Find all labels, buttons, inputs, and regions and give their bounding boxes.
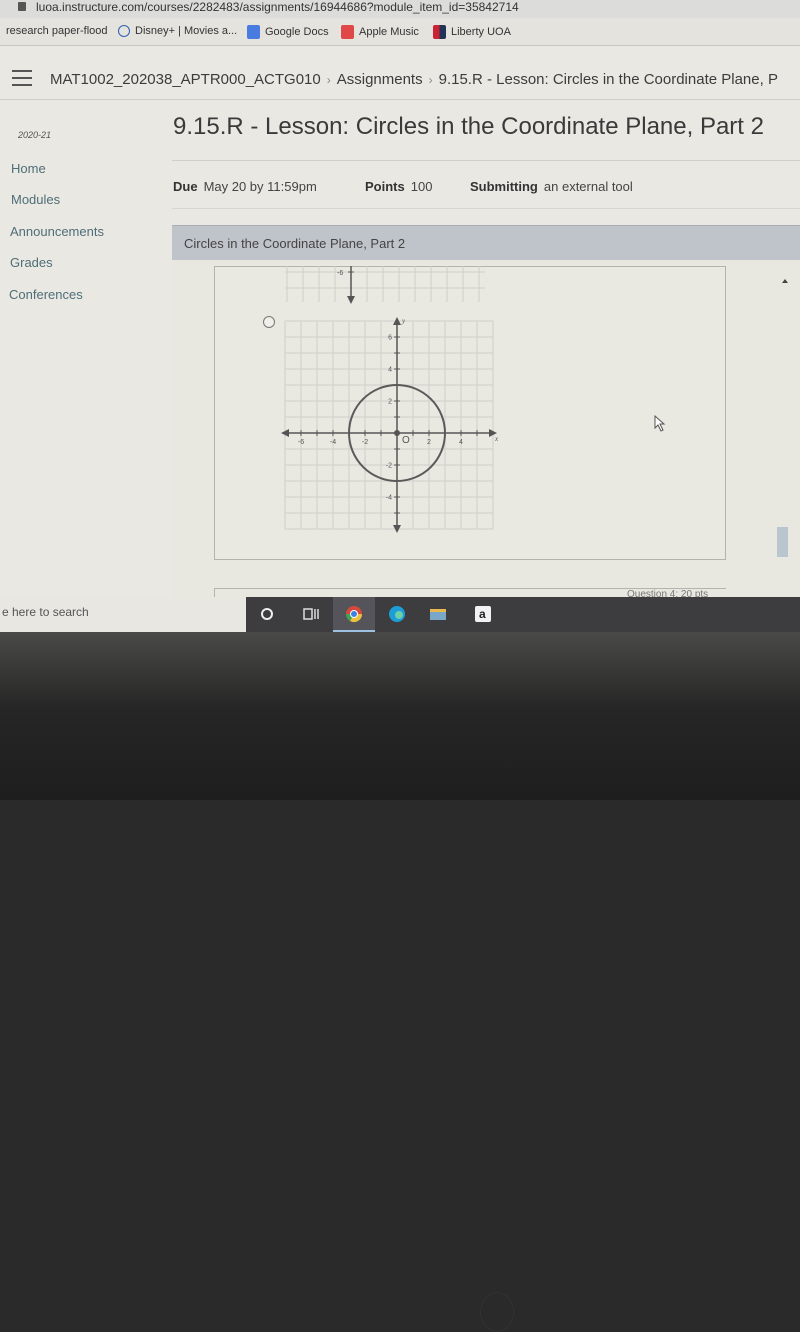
breadcrumb: MAT1002_202038_APTR000_ACTG010 › Assignmen… bbox=[50, 71, 778, 88]
submitting: Submitting an external tool bbox=[470, 179, 633, 194]
term-label: 2020-21 bbox=[18, 130, 52, 140]
sidebar-item-announcements[interactable]: Announcements bbox=[10, 224, 104, 239]
bookmark-label: Apple Music bbox=[359, 26, 419, 38]
svg-text:a: a bbox=[479, 607, 486, 621]
liberty-icon bbox=[433, 25, 446, 39]
bookmarks-bar: research paper-flood Disney+ | Movies a.… bbox=[0, 18, 800, 46]
browser-screen: luoa.instructure.com/courses/2282483/ass… bbox=[0, 0, 800, 632]
sidebar-item-modules[interactable]: Modules bbox=[11, 192, 60, 207]
scrollbar-thumb[interactable] bbox=[777, 527, 788, 557]
course-nav: 2020-21 Home Modules Announcements Grade… bbox=[0, 100, 165, 600]
submitting-value: an external tool bbox=[543, 179, 633, 194]
tool-title: Circles in the Coordinate Plane, Part 2 bbox=[184, 236, 406, 251]
sidebar-item-grades[interactable]: Grades bbox=[10, 255, 53, 270]
scroll-up-arrow-icon[interactable] bbox=[782, 279, 788, 283]
bookmark-label: Liberty UOA bbox=[451, 26, 511, 38]
divider bbox=[172, 160, 800, 161]
lock-icon bbox=[18, 2, 26, 11]
submitting-label: Submitting bbox=[470, 179, 538, 194]
bookmark-label: research paper-flood bbox=[6, 25, 108, 37]
points: Points 100 bbox=[365, 179, 432, 194]
chevron-right-icon: › bbox=[326, 73, 331, 87]
breadcrumb-assignments[interactable]: Assignments bbox=[337, 71, 423, 88]
breadcrumb-bar: MAT1002_202038_APTR000_ACTG010 › Assignmen… bbox=[0, 60, 800, 100]
due-value: May 20 by 11:59pm bbox=[203, 179, 317, 194]
due-label: Due bbox=[173, 179, 198, 194]
disney-icon bbox=[118, 25, 130, 37]
divider bbox=[172, 208, 800, 209]
due-date: Due May 20 by 11:59pm bbox=[173, 179, 317, 194]
laptop-bezel bbox=[0, 632, 800, 1332]
points-label: Points bbox=[365, 179, 405, 194]
task-view-icon[interactable] bbox=[301, 604, 321, 624]
google-docs-icon bbox=[247, 25, 260, 39]
bookmark-liberty[interactable]: Liberty UOA bbox=[433, 25, 511, 39]
apple-music-icon bbox=[341, 25, 354, 39]
question-card bbox=[214, 266, 726, 560]
chrome-icon[interactable] bbox=[344, 604, 364, 624]
file-explorer-icon[interactable] bbox=[428, 604, 448, 624]
sidebar-item-conferences[interactable]: Conferences bbox=[9, 287, 83, 302]
breadcrumb-course[interactable]: MAT1002_202038_APTR000_ACTG010 bbox=[50, 71, 321, 88]
address-bar[interactable]: luoa.instructure.com/courses/2282483/ass… bbox=[0, 0, 800, 18]
chevron-right-icon: › bbox=[428, 73, 433, 87]
cortana-icon[interactable] bbox=[257, 604, 277, 624]
edge-icon[interactable] bbox=[387, 604, 407, 624]
mouse-cursor-icon bbox=[654, 415, 666, 432]
page-title: 9.15.R - Lesson: Circles in the Coordina… bbox=[173, 113, 764, 140]
search-placeholder: e here to search bbox=[2, 605, 89, 619]
bookmark-label: Google Docs bbox=[265, 26, 329, 38]
points-value: 100 bbox=[410, 179, 433, 194]
bookmark-apple-music[interactable]: Apple Music bbox=[341, 25, 419, 39]
sidebar-item-home[interactable]: Home bbox=[11, 161, 46, 176]
bookmark-research[interactable]: research paper-flood bbox=[6, 25, 108, 37]
url-text[interactable]: luoa.instructure.com/courses/2282483/ass… bbox=[36, 0, 519, 14]
breadcrumb-current: 9.15.R - Lesson: Circles in the Coordina… bbox=[438, 71, 778, 88]
external-tool-header: Circles in the Coordinate Plane, Part 2 bbox=[172, 225, 800, 260]
taskbar-search[interactable]: e here to search bbox=[0, 597, 246, 632]
bookmark-label: Disney+ | Movies a... bbox=[135, 25, 238, 37]
hamburger-menu-icon[interactable] bbox=[12, 70, 32, 86]
answer-radio[interactable] bbox=[263, 316, 275, 328]
bookmark-google-docs[interactable]: Google Docs bbox=[247, 25, 329, 39]
hp-logo-icon bbox=[480, 1292, 514, 1332]
amazon-icon[interactable]: a bbox=[473, 604, 493, 624]
bookmark-disney[interactable]: Disney+ | Movies a... bbox=[118, 25, 237, 37]
